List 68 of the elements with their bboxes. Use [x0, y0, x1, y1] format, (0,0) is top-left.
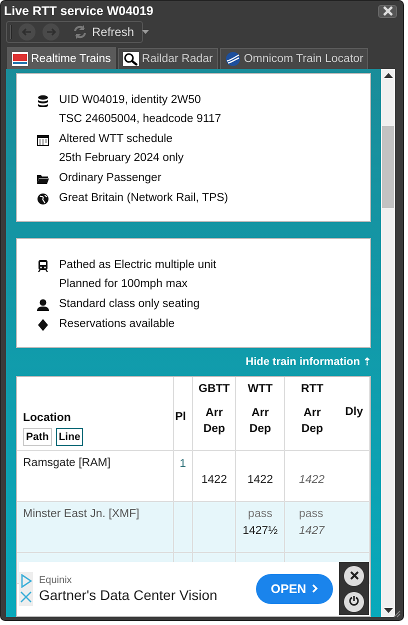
ad-sponsor: Equinix — [39, 574, 73, 586]
ad-choices-icon — [20, 574, 32, 588]
database-icon — [37, 95, 49, 107]
column-heading: Arr — [304, 407, 321, 419]
time-cell: 1422 — [299, 474, 325, 486]
window-title: Live RTT service W04019 — [4, 4, 154, 18]
info-text: UID W04019, identity 2W50 — [59, 94, 202, 107]
ad-close-button[interactable] — [344, 566, 364, 586]
time-cell: 1427½ — [242, 525, 278, 537]
close-icon — [20, 590, 32, 604]
info-text: Great Britain (Network Rail, TPS) — [59, 192, 228, 205]
globe-icon — [37, 193, 49, 205]
column-heading: Pl — [175, 410, 186, 422]
platform-number: 1 — [180, 458, 186, 470]
calendar-icon — [37, 134, 49, 146]
location-name: Ramsgate [RAM] — [23, 456, 112, 469]
toggle-button[interactable]: Path — [23, 428, 52, 446]
refresh-icon — [72, 24, 88, 40]
column-heading: Dep — [203, 423, 226, 435]
time-cell: pass — [248, 508, 272, 520]
resize-grip-icon — [393, 610, 401, 618]
info-text: Planned for 100mph max — [59, 278, 188, 291]
column-heading: Location — [23, 412, 72, 424]
close-icon — [350, 571, 358, 580]
refresh-button[interactable]: Refresh — [72, 24, 134, 40]
info-text: 25th February 2024 only — [59, 152, 184, 165]
scroll-up-icon — [384, 73, 392, 78]
tab[interactable]: Realtime Trains — [7, 47, 116, 69]
info-text: Standard class only seating — [59, 298, 200, 311]
train-icon — [37, 260, 49, 272]
globe-icon — [224, 52, 241, 66]
time-cell: 1422 — [201, 474, 227, 486]
scroll-down-icon — [384, 608, 392, 613]
folder-icon — [37, 173, 49, 185]
open-button[interactable]: OPEN — [256, 574, 333, 604]
person-icon — [37, 299, 49, 311]
close-icon — [382, 6, 392, 16]
time-cell: 1427 — [299, 525, 325, 537]
info-text: Ordinary Passenger — [59, 172, 162, 185]
column-heading: Arr — [206, 407, 223, 419]
tab[interactable]: Raildar Radar — [118, 48, 218, 69]
scroll-thumb[interactable] — [382, 126, 394, 208]
close-button[interactable] — [378, 4, 397, 18]
info-text: TSC 24605004, headcode 9117 — [59, 113, 222, 126]
time-cell: pass — [299, 508, 324, 520]
scrollbar[interactable] — [381, 69, 395, 617]
dropdown-button[interactable] — [140, 30, 152, 34]
column-heading: Arr — [252, 407, 269, 419]
tab[interactable]: Omnicom Train Locator — [220, 48, 368, 69]
column-heading: Dep — [249, 423, 272, 435]
column-heading: RTT — [301, 383, 324, 395]
info-text: Pathed as Electric multiple unit — [59, 259, 216, 272]
column-heading: Dep — [301, 423, 324, 435]
column-heading: WTT — [248, 383, 273, 395]
time-cell: 1422 — [247, 474, 273, 486]
caret-icon — [142, 30, 150, 34]
diamond-icon — [37, 319, 49, 331]
info-text: Reservations available — [59, 318, 175, 331]
rtt-logo-icon — [12, 52, 28, 66]
ad-info-button[interactable] — [344, 592, 364, 612]
column-heading: GBTT — [198, 383, 230, 395]
info-text: Altered WTT schedule — [59, 133, 174, 146]
chevron-icon — [312, 584, 318, 593]
toggle-button[interactable]: Line — [56, 428, 84, 446]
ad-headline: Gartner's Data Center Vision — [39, 586, 218, 602]
location-name: Minster East Jn. [XMF] — [23, 507, 140, 520]
magnifier-icon — [122, 52, 139, 66]
column-heading: Dly — [345, 406, 363, 418]
